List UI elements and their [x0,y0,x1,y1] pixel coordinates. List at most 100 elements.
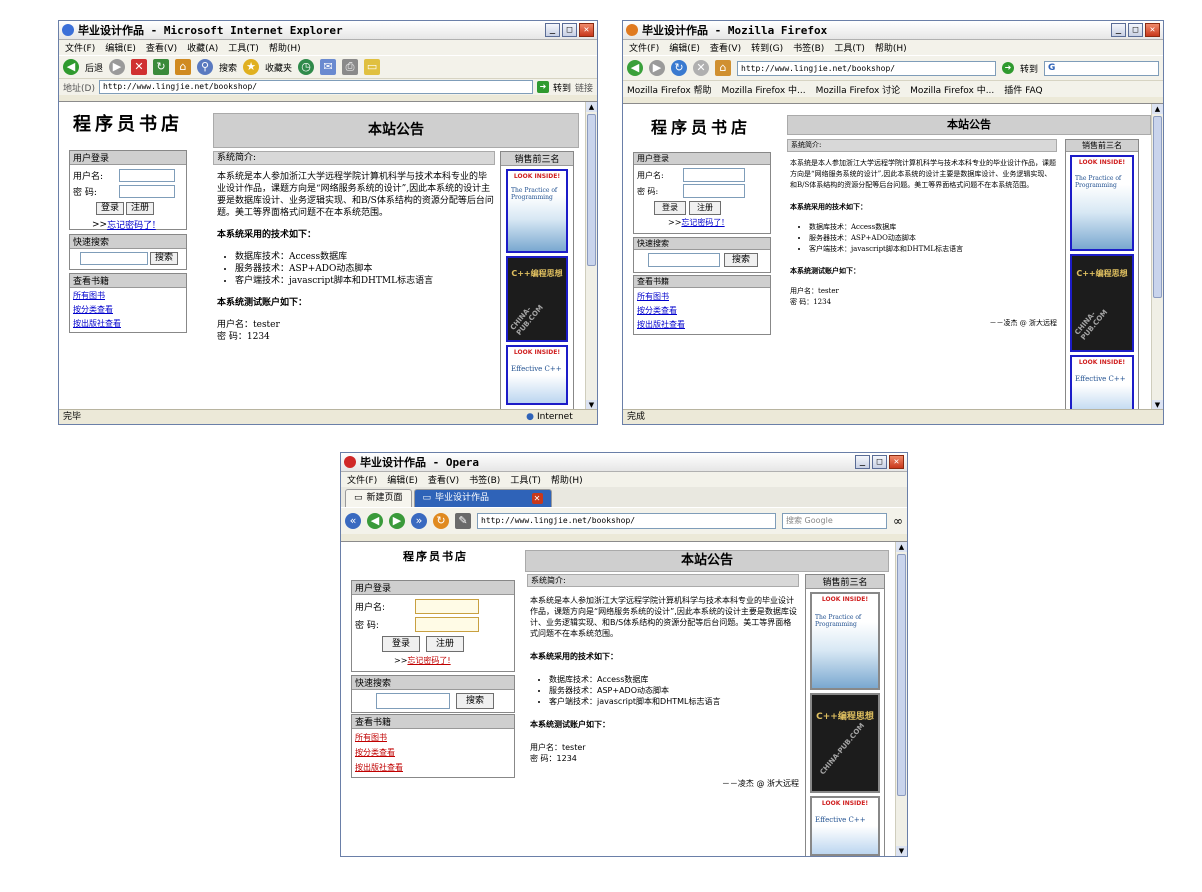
quick-search-button[interactable]: 搜索 [724,253,758,267]
close-button[interactable]: ✕ [1145,23,1160,37]
search-icon[interactable]: ⚲ [197,59,214,75]
print-icon[interactable]: ⎙ [342,59,359,75]
tab-new-page[interactable]: ▭ 新建页面 [345,489,412,507]
history-icon[interactable]: ◷ [298,59,315,75]
tab-graduation-project[interactable]: ▭ 毕业设计作品 ✕ [413,489,552,507]
menu-help[interactable]: 帮助(H) [269,41,301,54]
menu-view[interactable]: 查看(V) [710,41,741,54]
menu-view[interactable]: 查看(V) [146,41,177,54]
ie-vertical-scrollbar[interactable]: ▲ ▼ [585,102,597,410]
menu-edit[interactable]: 编辑(E) [387,473,418,486]
menu-tools[interactable]: 工具(T) [228,41,259,54]
username-input[interactable] [119,169,175,182]
search-engine-input[interactable]: G [1044,60,1159,76]
maximize-button[interactable]: □ [1128,23,1143,37]
forgot-password-link[interactable]: 忘记密码了! [107,218,156,231]
bookmark-item[interactable]: Mozilla Firefox 中... [722,83,806,96]
menu-tools[interactable]: 工具(T) [834,41,865,54]
opera-vertical-scrollbar[interactable]: ▲ ▼ [895,542,907,856]
rewind-icon[interactable]: « [345,513,361,529]
book-cover-2[interactable]: C++编程思想 CHINA-PUB.COM [1070,254,1134,352]
menu-bookmarks[interactable]: 书签(B) [793,41,824,54]
menu-edit[interactable]: 编辑(E) [105,41,136,54]
menu-favorites[interactable]: 收藏(A) [187,41,218,54]
ff-vertical-scrollbar[interactable]: ▲ ▼ [1151,104,1163,410]
forward-icon[interactable]: ▶ [389,513,405,529]
close-button[interactable]: ✕ [579,23,594,37]
by-category-link[interactable]: 按分类查看 [73,304,113,315]
scroll-thumb[interactable] [587,114,596,266]
by-publisher-link[interactable]: 按出版社查看 [355,762,403,773]
search-label[interactable]: 搜索 [219,61,237,74]
username-input[interactable] [683,168,745,182]
back-label[interactable]: 后退 [85,61,103,74]
reload-icon[interactable]: ↻ [433,513,449,529]
refresh-icon[interactable]: ↻ [153,59,170,75]
stop-icon[interactable]: ✕ [131,59,148,75]
scroll-thumb[interactable] [1153,116,1162,298]
bookmark-item[interactable]: Mozilla Firefox 讨论 [816,83,901,96]
home-icon[interactable]: ⌂ [175,59,192,75]
scroll-up-arrow[interactable]: ▲ [1152,104,1163,114]
back-icon[interactable]: ◀ [627,60,643,76]
go-label[interactable]: 转到 [553,81,571,94]
stop-icon[interactable]: ✕ [693,60,709,76]
book-cover-2[interactable]: C++编程思想 CHINA-PUB.COM [810,693,880,793]
maximize-button[interactable]: □ [872,455,887,469]
minimize-button[interactable]: _ [545,23,560,37]
scroll-down-arrow[interactable]: ▼ [896,846,907,856]
edit-icon[interactable]: ✎ [455,513,471,529]
login-button[interactable]: 登录 [654,201,686,215]
password-input[interactable] [683,184,745,198]
quick-search-input[interactable] [648,253,720,267]
book-cover-3[interactable]: LOOK INSIDE! Effective C++ [810,796,880,856]
username-input[interactable] [415,599,479,614]
opera-titlebar[interactable]: 毕业设计作品 - Opera _ □ ✕ [341,453,907,472]
close-button[interactable]: ✕ [889,455,904,469]
go-icon[interactable]: ➜ [536,81,549,93]
minimize-button[interactable]: _ [855,455,870,469]
book-cover-1[interactable]: LOOK INSIDE! The Practice of Programming [1070,155,1134,251]
all-books-link[interactable]: 所有图书 [355,732,387,743]
maximize-button[interactable]: □ [562,23,577,37]
by-category-link[interactable]: 按分类查看 [355,747,395,758]
home-icon[interactable]: ⌂ [715,60,731,76]
folder-icon[interactable]: ▭ [364,59,381,75]
quick-search-input[interactable] [80,252,148,265]
register-button[interactable]: 注册 [689,201,721,215]
bookmark-item[interactable]: 插件 FAQ [1004,83,1042,96]
menu-view[interactable]: 查看(V) [428,473,459,486]
links-label[interactable]: 链接 [575,81,593,94]
opera-url-input[interactable]: http://www.lingjie.net/bookshop/ [477,513,776,529]
book-cover-1[interactable]: LOOK INSIDE! The Practice of Programming [810,592,880,690]
book-cover-3[interactable]: LOOK INSIDE! Effective C++ [1070,355,1134,410]
menu-help[interactable]: 帮助(H) [875,41,907,54]
login-button[interactable]: 登录 [382,636,420,652]
book-cover-2[interactable]: C++编程思想 CHINA-PUB.COM [506,256,568,342]
menu-help[interactable]: 帮助(H) [551,473,583,486]
scroll-up-arrow[interactable]: ▲ [586,102,597,112]
menu-file[interactable]: 文件(F) [629,41,659,54]
bookmark-item[interactable]: Mozilla Firefox 中... [910,83,994,96]
ie-titlebar[interactable]: 毕业设计作品 - Microsoft Internet Explorer _ □… [59,21,597,40]
close-tab-icon[interactable]: ✕ [531,493,543,504]
all-books-link[interactable]: 所有图书 [637,291,669,302]
quick-search-button[interactable]: 搜索 [456,693,494,709]
by-publisher-link[interactable]: 按出版社查看 [73,318,121,329]
menu-file[interactable]: 文件(F) [65,41,95,54]
login-button[interactable]: 登录 [96,202,124,215]
ff-url-input[interactable]: http://www.lingjie.net/bookshop/ [737,60,996,76]
book-cover-3[interactable]: LOOK INSIDE! Effective C++ [506,345,568,405]
ff-titlebar[interactable]: 毕业设计作品 - Mozilla Firefox _ □ ✕ [623,21,1163,40]
menu-go[interactable]: 转到(G) [751,41,783,54]
back-icon[interactable]: ◀ [367,513,383,529]
favorites-label[interactable]: 收藏夹 [265,61,292,74]
glasses-icon[interactable]: ∞ [893,514,903,528]
register-button[interactable]: 注册 [426,636,464,652]
favorites-icon[interactable]: ★ [243,59,260,75]
minimize-button[interactable]: _ [1111,23,1126,37]
forgot-password-link[interactable]: 忘记密码了! [681,217,724,228]
mail-icon[interactable]: ✉ [320,59,337,75]
by-category-link[interactable]: 按分类查看 [637,305,677,316]
forward-icon[interactable]: ▶ [649,60,665,76]
